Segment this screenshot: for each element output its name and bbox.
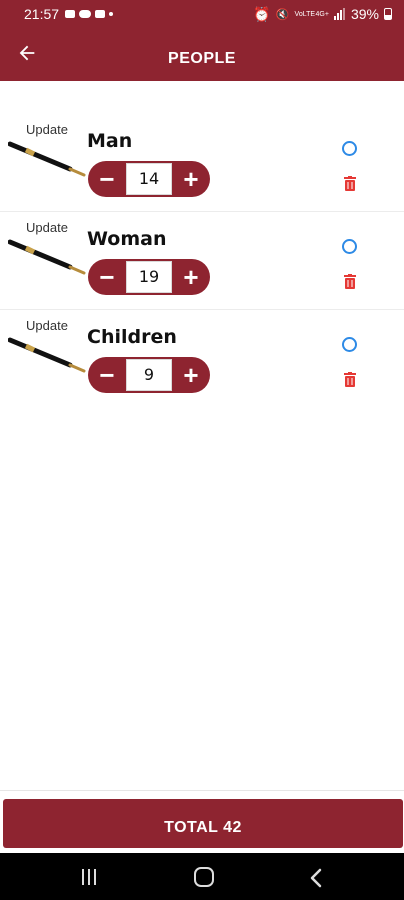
battery-icon bbox=[384, 8, 392, 20]
minus-icon[interactable]: − bbox=[88, 161, 126, 197]
radio-circle-icon[interactable] bbox=[342, 337, 357, 352]
mute-icon: 🔇 bbox=[275, 8, 290, 21]
system-nav-bar bbox=[0, 853, 404, 900]
youtube-icon bbox=[95, 10, 106, 18]
app-bar: 21:57 ⏰ 🔇 VoLTE 4G+ 39% PEOPLE bbox=[0, 0, 404, 81]
page-title: PEOPLE bbox=[168, 50, 236, 67]
plus-icon[interactable]: + bbox=[172, 357, 210, 393]
plus-icon[interactable]: + bbox=[172, 259, 210, 295]
quantity-stepper: − 19 + bbox=[88, 259, 210, 295]
update-link[interactable]: Update bbox=[26, 122, 68, 137]
radio-circle-icon[interactable] bbox=[342, 239, 357, 254]
status-bar: 21:57 ⏰ 🔇 VoLTE 4G+ 39% bbox=[0, 0, 404, 28]
status-time: 21:57 bbox=[24, 6, 60, 22]
item-name: Man bbox=[87, 130, 133, 152]
volte-icon: VoLTE bbox=[294, 10, 316, 18]
list-item: Update Man − 14 + bbox=[0, 114, 404, 212]
pen-icon[interactable] bbox=[8, 334, 88, 374]
cloud-icon bbox=[79, 10, 92, 18]
pen-icon[interactable] bbox=[8, 236, 88, 276]
recents-icon[interactable] bbox=[82, 869, 100, 885]
notification-icons bbox=[65, 10, 114, 18]
battery-percent: 39% bbox=[350, 6, 379, 22]
video-icon bbox=[65, 10, 76, 18]
footer-divider bbox=[0, 790, 404, 791]
total-button[interactable]: TOTAL 42 bbox=[3, 799, 403, 848]
list-item: Update Children − 9 + bbox=[0, 310, 404, 408]
data-4g-icon: 4G+ bbox=[315, 10, 329, 18]
home-icon[interactable] bbox=[194, 867, 214, 887]
signal-icon bbox=[333, 8, 346, 20]
trash-icon[interactable] bbox=[344, 176, 356, 191]
minus-icon[interactable]: − bbox=[88, 357, 126, 393]
system-icons: ⏰ 🔇 VoLTE 4G+ 39% bbox=[253, 6, 392, 23]
radio-circle-icon[interactable] bbox=[342, 141, 357, 156]
plus-icon[interactable]: + bbox=[172, 161, 210, 197]
quantity-field[interactable]: 14 bbox=[126, 163, 172, 195]
more-notifications-icon bbox=[109, 12, 114, 16]
trash-icon[interactable] bbox=[344, 372, 356, 387]
nav-back-icon[interactable] bbox=[306, 867, 328, 889]
item-name: Woman bbox=[87, 228, 167, 250]
pen-icon[interactable] bbox=[8, 138, 88, 178]
quantity-field[interactable]: 19 bbox=[126, 261, 172, 293]
minus-icon[interactable]: − bbox=[88, 259, 126, 295]
update-link[interactable]: Update bbox=[26, 318, 68, 333]
quantity-field[interactable]: 9 bbox=[126, 359, 172, 391]
list-item: Update Woman − 19 + bbox=[0, 212, 404, 310]
quantity-stepper: − 14 + bbox=[88, 161, 210, 197]
alarm-icon: ⏰ bbox=[253, 5, 271, 22]
trash-icon[interactable] bbox=[344, 274, 356, 289]
people-list: Update Man − 14 + Update Woman − 19 + Up… bbox=[0, 114, 404, 408]
item-name: Children bbox=[87, 326, 177, 348]
quantity-stepper: − 9 + bbox=[88, 357, 210, 393]
update-link[interactable]: Update bbox=[26, 220, 68, 235]
